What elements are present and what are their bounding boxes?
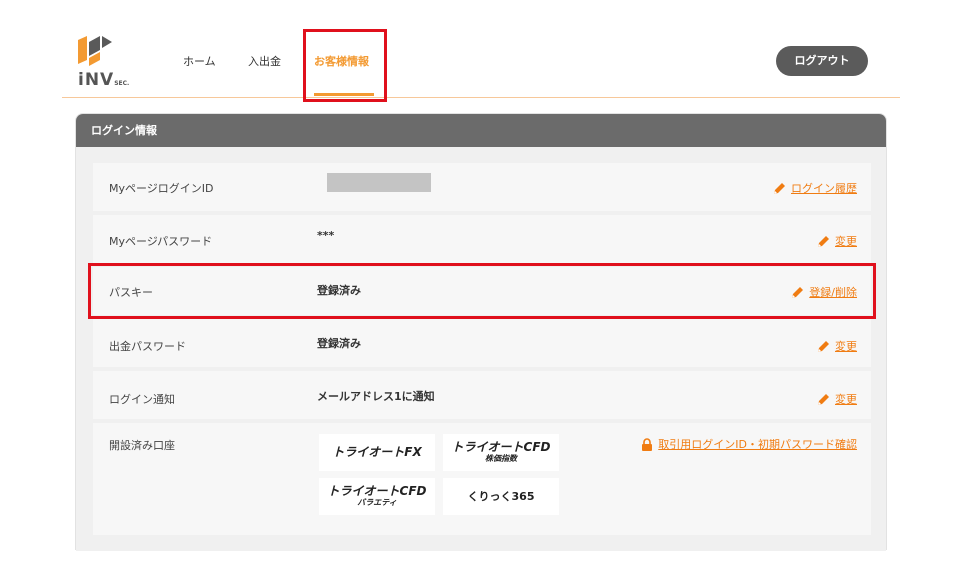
pencil-icon bbox=[818, 340, 829, 352]
account-badge-click365: くりっく365 bbox=[443, 478, 559, 515]
row-label: パスキー bbox=[109, 286, 153, 299]
account-badge-name: トライオートCFD bbox=[327, 484, 427, 498]
panel-title: ログイン情報 bbox=[76, 114, 886, 147]
header-divider bbox=[62, 97, 900, 98]
passkey-register-delete-link[interactable]: 登録/削除 bbox=[791, 284, 857, 300]
change-label: 変更 bbox=[835, 393, 857, 406]
account-badge-triauto-cfd-variety: トライオートCFD バラエティ bbox=[319, 478, 435, 515]
lock-icon bbox=[642, 437, 653, 451]
inv-logo[interactable]: iNVSEC. bbox=[78, 36, 148, 92]
account-badge-sub: バラエティ bbox=[357, 498, 397, 507]
masked-login-id bbox=[327, 173, 431, 192]
logo-main-text: iNV bbox=[78, 70, 115, 90]
pencil-icon bbox=[774, 182, 785, 194]
row-label: Myページパスワード bbox=[109, 235, 213, 248]
row-value: 登録済み bbox=[317, 284, 361, 297]
logo-sub-text: SEC. bbox=[114, 80, 130, 87]
login-info-panel: ログイン情報 MyページログインID ログイン履歴 Myページパスワード ***… bbox=[75, 113, 887, 551]
change-label: 変更 bbox=[835, 235, 857, 248]
account-badge-triauto-fx: トライオートFX bbox=[319, 434, 435, 471]
row-value: *** bbox=[317, 229, 335, 242]
panel-body: MyページログインID ログイン履歴 Myページパスワード *** 変更 パスキ… bbox=[76, 147, 886, 551]
row-login-notification: ログイン通知 メールアドレス1に通知 変更 bbox=[93, 371, 871, 419]
login-history-link[interactable]: ログイン履歴 bbox=[773, 180, 857, 196]
account-badge-name: トライオートCFD bbox=[451, 440, 551, 454]
nav-deposit-withdrawal[interactable]: 入出金 bbox=[248, 53, 281, 69]
active-nav-underline bbox=[314, 93, 374, 96]
nav-customer-info[interactable]: お客様情報 bbox=[314, 53, 369, 69]
logout-button[interactable]: ログアウト bbox=[776, 46, 868, 76]
row-label: ログイン通知 bbox=[109, 393, 175, 406]
nav-home[interactable]: ホーム bbox=[183, 53, 216, 69]
logo-mark-icon bbox=[78, 36, 112, 66]
pencil-icon bbox=[792, 286, 804, 298]
row-label: 出金パスワード bbox=[109, 340, 186, 353]
row-withdrawal-password: 出金パスワード 登録済み 変更 bbox=[93, 319, 871, 367]
row-value: メールアドレス1に通知 bbox=[317, 390, 435, 403]
change-password-link[interactable]: 変更 bbox=[817, 233, 857, 249]
change-label: 変更 bbox=[835, 340, 857, 353]
logo-text: iNVSEC. bbox=[78, 70, 129, 90]
change-withdrawal-password-link[interactable]: 変更 bbox=[817, 338, 857, 354]
pencil-icon bbox=[818, 393, 829, 405]
row-passkey: パスキー 登録済み 登録/削除 bbox=[93, 267, 871, 315]
account-badge-sub: 株価指数 bbox=[485, 454, 517, 463]
pencil-icon bbox=[818, 235, 829, 247]
row-value: 登録済み bbox=[317, 337, 361, 350]
row-login-id: MyページログインID ログイン履歴 bbox=[93, 163, 871, 211]
login-history-label: ログイン履歴 bbox=[791, 182, 857, 195]
account-badge-triauto-cfd-index: トライオートCFD 株価指数 bbox=[443, 434, 559, 471]
row-opened-accounts: 開設済み口座 トライオートFX トライオートCFD 株価指数 トライオートCFD… bbox=[93, 423, 871, 535]
account-badge-name: トライオートFX bbox=[332, 445, 422, 459]
account-badge-name: くりっく365 bbox=[467, 490, 535, 503]
row-mypage-password: Myページパスワード *** 変更 bbox=[93, 215, 871, 263]
row-label: 開設済み口座 bbox=[109, 439, 175, 452]
trading-login-id-confirm-label: 取引用ログインID・初期パスワード確認 bbox=[658, 438, 857, 451]
change-notification-link[interactable]: 変更 bbox=[817, 391, 857, 407]
row-label: MyページログインID bbox=[109, 182, 214, 195]
trading-login-id-confirm-link[interactable]: 取引用ログインID・初期パスワード確認 bbox=[641, 436, 857, 452]
register-delete-label: 登録/削除 bbox=[809, 286, 857, 299]
